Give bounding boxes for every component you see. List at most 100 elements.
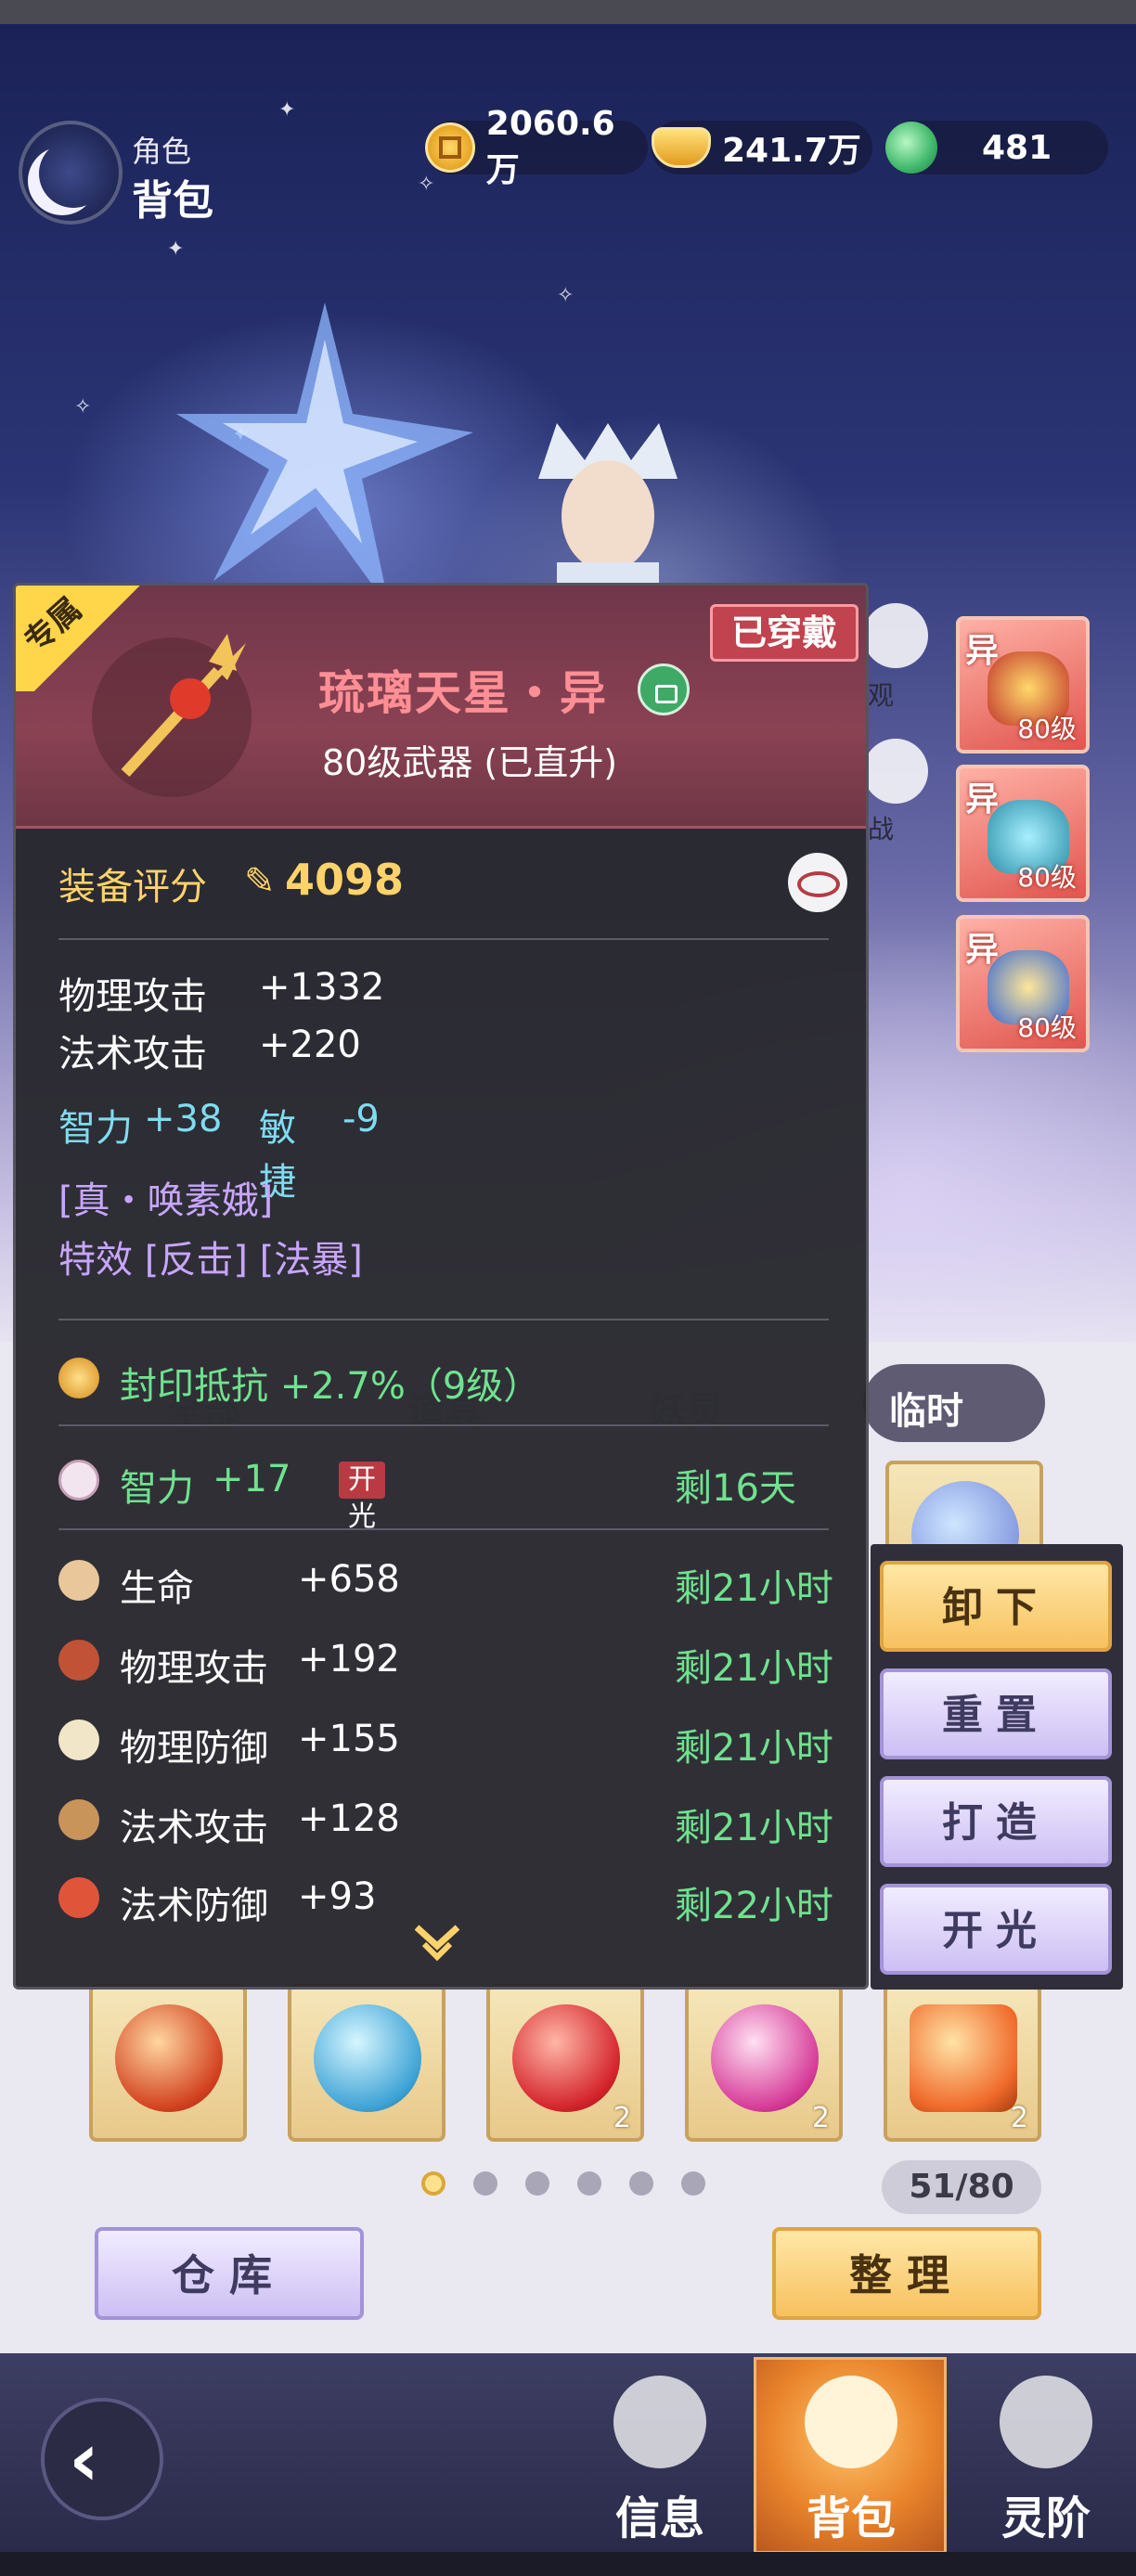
bag-icon bbox=[805, 2376, 897, 2468]
back-button[interactable]: ‹ bbox=[41, 2398, 163, 2520]
bowl-food-icon bbox=[58, 1877, 99, 1918]
timed-stat-name: 物理防御 bbox=[120, 1727, 268, 1770]
reset-button[interactable]: 重置 bbox=[880, 1668, 1112, 1759]
timed-stat-name: 智力 bbox=[120, 1467, 194, 1510]
system-nav-strip bbox=[0, 2552, 1136, 2576]
score-value: 4098 bbox=[285, 855, 405, 905]
timed-stat-value: +155 bbox=[298, 1718, 400, 1760]
page-dot-6[interactable] bbox=[681, 2171, 705, 2196]
slot-tag: 异 bbox=[965, 780, 1000, 818]
nav-rank[interactable]: 灵阶 bbox=[976, 2376, 1116, 2544]
enlighten-button[interactable]: 开光 bbox=[880, 1884, 1112, 1975]
timed-stat-remaining: 剩21小时 bbox=[675, 1647, 833, 1690]
timed-stat-value: +658 bbox=[298, 1558, 400, 1601]
role-avatar-button[interactable] bbox=[19, 121, 123, 225]
page-dot-4[interactable] bbox=[577, 2171, 601, 2196]
slot-level: 80级 bbox=[1017, 714, 1077, 744]
amber-crystal-icon bbox=[910, 2004, 1017, 2112]
currency-copper[interactable]: 2060.6万 bbox=[425, 105, 648, 189]
divider bbox=[58, 1528, 829, 1530]
forge-button[interactable]: 打造 bbox=[880, 1776, 1112, 1867]
page-dot-2[interactable] bbox=[473, 2171, 497, 2196]
page-title: 背包 bbox=[132, 177, 213, 225]
nav-info[interactable]: 信息 bbox=[590, 2376, 729, 2544]
sack-food-icon bbox=[58, 1799, 99, 1840]
nav-bag-label: 背包 bbox=[806, 2492, 896, 2544]
flower-orb-icon bbox=[711, 2004, 819, 2112]
sort-button[interactable]: 整理 bbox=[772, 2227, 1041, 2320]
view-button[interactable] bbox=[863, 603, 928, 668]
lock-icon[interactable] bbox=[638, 663, 690, 715]
nav-rank-label: 灵阶 bbox=[1000, 2492, 1091, 2544]
meat-food-icon bbox=[58, 1640, 99, 1681]
item-subtitle: 80级武器 (已直升) bbox=[322, 742, 618, 783]
currency-gold[interactable]: 241.7万 bbox=[652, 121, 872, 174]
stat-value: +1332 bbox=[259, 966, 385, 1009]
warehouse-button[interactable]: 仓库 bbox=[95, 2227, 364, 2320]
stat-label: 法术攻击 bbox=[58, 1033, 207, 1075]
special-title: [真・唤素娥] bbox=[58, 1179, 274, 1222]
divider bbox=[58, 1319, 829, 1320]
expand-chevron-icon[interactable] bbox=[411, 1920, 463, 1964]
water-orb-icon bbox=[314, 2004, 421, 2112]
timed-stat-remaining: 剩21小时 bbox=[675, 1807, 833, 1849]
battle-button[interactable] bbox=[863, 739, 928, 804]
dumpling-food-icon bbox=[58, 1719, 99, 1760]
bag-cell-5[interactable]: 2 bbox=[884, 1984, 1041, 2142]
equip-slot-helmet[interactable]: 异 80级 bbox=[956, 616, 1090, 753]
special-effects: 特效 [反击] [法暴] bbox=[58, 1239, 363, 1282]
timed-stat-name: 法术攻击 bbox=[120, 1807, 268, 1849]
role-label: 角色 bbox=[132, 134, 192, 169]
item-count: 2 bbox=[613, 2102, 631, 2134]
slot-level: 80级 bbox=[1017, 1012, 1077, 1043]
page-dot-1[interactable] bbox=[421, 2171, 445, 2196]
currency-jade[interactable]: 481 bbox=[885, 121, 1108, 174]
bag-cell-3[interactable]: 2 bbox=[486, 1984, 644, 2142]
bottom-nav bbox=[0, 2353, 1136, 2552]
seal-resist-text: 封印抵抗 +2.7%（9级） bbox=[120, 1365, 541, 1408]
stat-value: +220 bbox=[259, 1024, 361, 1066]
timed-stat-value: +17 bbox=[213, 1458, 291, 1501]
back-arrow-icon: ‹ bbox=[69, 2416, 99, 2503]
character-portrait bbox=[538, 423, 678, 609]
equipped-badge: 已穿戴 bbox=[710, 604, 858, 662]
timed-stat-name: 法术防御 bbox=[120, 1885, 268, 1927]
bag-cell-4[interactable]: 2 bbox=[685, 1984, 843, 2142]
quill-icon: ✎ bbox=[244, 860, 276, 903]
view-button-label: 观 bbox=[868, 680, 895, 711]
tab-temporary[interactable]: 临时 bbox=[863, 1364, 1045, 1442]
nav-bag[interactable]: 背包 bbox=[781, 2376, 921, 2544]
int-value: +38 bbox=[144, 1098, 223, 1140]
timed-stat-remaining: 剩22小时 bbox=[675, 1885, 833, 1927]
moon-icon bbox=[39, 139, 108, 208]
timed-stat-name: 物理攻击 bbox=[120, 1647, 268, 1690]
stat-label: 物理攻击 bbox=[58, 975, 207, 1018]
item-count: 2 bbox=[1010, 2102, 1028, 2134]
timed-stat-remaining: 剩21小时 bbox=[675, 1727, 833, 1770]
copper-coin-icon bbox=[425, 122, 475, 173]
timed-stat-remaining: 剩16天 bbox=[675, 1467, 796, 1510]
trident-weapon-icon bbox=[92, 634, 252, 797]
red-orb-icon bbox=[512, 2004, 620, 2112]
eye-icon[interactable] bbox=[788, 853, 847, 912]
agi-value: -9 bbox=[342, 1098, 380, 1140]
enlighten-badge: 开光 bbox=[339, 1462, 385, 1533]
currency-copper-value: 2060.6万 bbox=[485, 104, 615, 189]
bonus-stat-row: 智力 +38 敏捷 -9 bbox=[58, 1098, 380, 1204]
unequip-button[interactable]: 卸下 bbox=[880, 1561, 1112, 1652]
slot-level: 80级 bbox=[1017, 862, 1077, 893]
equip-slot-belt[interactable]: 异 80级 bbox=[956, 765, 1090, 902]
bag-cell-1[interactable] bbox=[89, 1984, 247, 2142]
bag-cell-2[interactable] bbox=[288, 1984, 445, 2142]
currency-jade-value: 481 bbox=[982, 128, 1052, 167]
gem-icon bbox=[58, 1358, 99, 1398]
base-stat-row: 物理攻击 +1332 bbox=[58, 966, 384, 1020]
page-dot-3[interactable] bbox=[525, 2171, 549, 2196]
tab-temporary-label: 临时 bbox=[889, 1390, 963, 1433]
score-label: 装备评分 bbox=[58, 866, 207, 908]
equip-slot-boots[interactable]: 异 80级 bbox=[956, 915, 1090, 1052]
fist-icon bbox=[613, 2376, 706, 2468]
timed-stat-value: +192 bbox=[298, 1638, 400, 1681]
page-dot-5[interactable] bbox=[629, 2171, 653, 2196]
int-label: 智力 bbox=[58, 1107, 133, 1150]
